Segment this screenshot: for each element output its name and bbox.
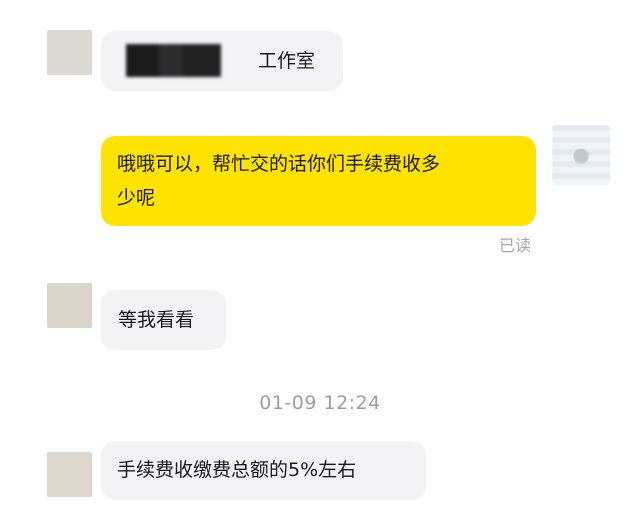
timestamp-divider: 01-09 12:24 [0,392,640,414]
message-text-line-2: 少呢 [117,187,156,209]
incoming-message-bubble[interactable]: 工作室 [101,31,343,91]
user-avatar[interactable] [552,125,610,185]
contact-avatar[interactable] [47,30,92,75]
read-receipt: 已读 [499,236,532,255]
redacted-name-block [126,44,221,77]
incoming-message-bubble[interactable]: 等我看看 [101,290,226,350]
message-text-line-1: 哦哦可以，帮忙交的话你们手续费收多 [117,153,441,175]
message-text: 等我看看 [118,309,195,331]
incoming-message-bubble[interactable]: 手续费收缴费总额的5%左右 [101,441,426,500]
contact-avatar[interactable] [47,452,92,497]
message-text: 手续费收缴费总额的5%左右 [117,459,357,481]
message-text: 工作室 [258,50,316,72]
timestamp-text: 01-09 12:24 [259,392,381,414]
outgoing-message-bubble[interactable]: 哦哦可以，帮忙交的话你们手续费收多 少呢 [101,136,536,226]
contact-avatar[interactable] [47,283,92,328]
